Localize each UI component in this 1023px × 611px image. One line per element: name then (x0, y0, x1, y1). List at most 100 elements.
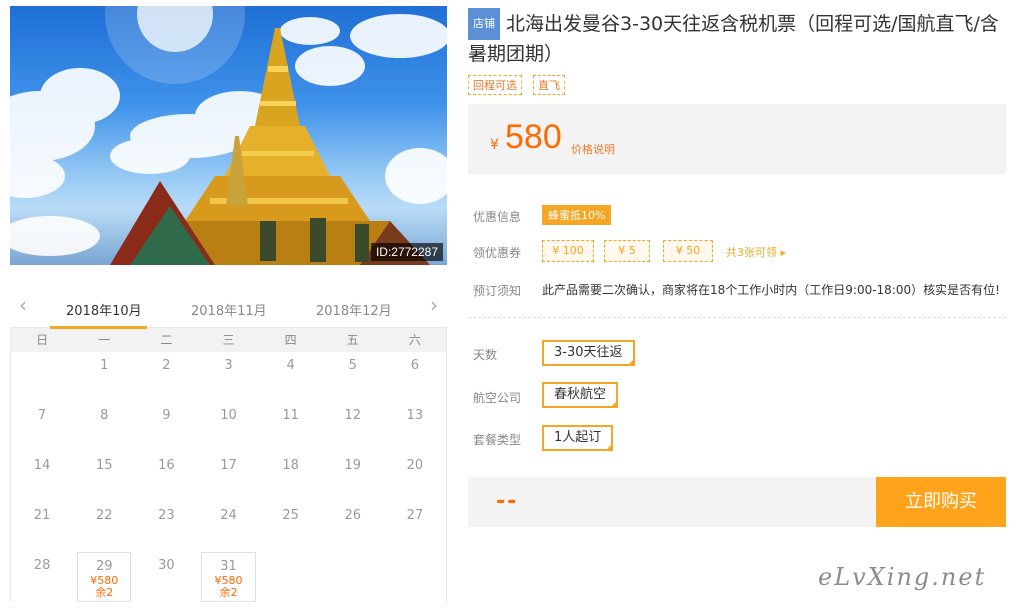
product-title-text: 北海出发曼谷3-30天往返含税机票（回程可选/国航直飞/含暑期团期） (468, 13, 999, 65)
calendar-day (384, 552, 446, 602)
buy-now-button[interactable]: 立即购买 (876, 477, 1006, 527)
calendar-day: 21 (11, 502, 73, 552)
calendar-day: 5 (322, 352, 384, 402)
package-label: 套餐类型 (473, 433, 522, 447)
section-divider (468, 317, 1006, 318)
calendar-day: 19 (322, 452, 384, 502)
chevron-right-icon[interactable]: › (425, 295, 443, 317)
price-explanation-link[interactable]: 价格说明 (571, 141, 615, 157)
calendar-day: 6 (384, 352, 446, 402)
day-number: 7 (37, 408, 47, 423)
calendar-day: 12 (322, 402, 384, 452)
currency-symbol: ¥ (490, 137, 499, 153)
days-label: 天数 (473, 348, 498, 362)
calendar-day: 4 (260, 352, 322, 402)
calendar-day: 23 (135, 502, 197, 552)
day-number: 4 (286, 358, 295, 373)
day-number: 19 (344, 458, 362, 473)
buy-bar: -- 立即购买 (468, 477, 1006, 527)
day-number: 15 (95, 458, 113, 473)
calendar-day: 10 (197, 402, 259, 452)
calendar-day-available[interactable]: 29 ¥580 余2 (77, 552, 132, 602)
day-number: 9 (162, 408, 171, 423)
active-month-underline (50, 326, 147, 329)
day-number: 14 (33, 458, 51, 473)
calendar-day: 7 (11, 402, 73, 452)
calendar-day: 2 (135, 352, 197, 402)
day-number: 29 (95, 559, 113, 574)
day-number: 18 (282, 458, 299, 473)
day-number: 13 (406, 408, 424, 423)
chevron-left-icon[interactable]: ‹ (14, 295, 32, 317)
booking-notice-text: 此产品需要二次确认，商家将在18个工作小时内（工作日9:00-18:00）核实是… (542, 283, 1000, 297)
coupon-100[interactable]: ¥ 100 (542, 240, 594, 262)
calendar-day (322, 552, 384, 602)
coupon-50[interactable]: ¥ 50 (663, 240, 713, 262)
day-number: 24 (220, 508, 237, 523)
calendar-day: 22 (73, 502, 135, 552)
coupon-5[interactable]: ¥ 5 (604, 240, 650, 262)
date-calendar: ‹ 2018年10月 2018年11月 2018年12月 › 日 一 二 三 四… (10, 288, 447, 608)
weekday-label: 三 (222, 333, 235, 347)
weekday-label: 五 (346, 333, 359, 347)
day-number: 23 (158, 508, 175, 523)
day-number: 3 (224, 358, 233, 373)
calendar-days: 1 2 3 4 5 6 7 8 9 10 11 12 13 14 15 16 17 18 19 20 21 22 23 24 2… (11, 352, 446, 602)
calendar-day (260, 552, 322, 602)
day-number: 21 (33, 508, 51, 523)
calendar-day: 27 (384, 502, 446, 552)
day-number: 10 (220, 408, 237, 423)
month-tab-after[interactable]: 2018年12月 (316, 300, 392, 319)
package-option[interactable]: 1人起订 (542, 425, 614, 451)
calendar-day: 3 (197, 352, 259, 402)
coupon-more-link[interactable]: 共3张可领 ▸ (726, 244, 786, 260)
weekday-label: 一 (98, 333, 111, 347)
calendar-day: 16 (135, 452, 197, 502)
weekday-label: 六 (408, 333, 421, 347)
month-tab-next[interactable]: 2018年11月 (191, 300, 267, 319)
calendar-day: 25 (260, 502, 322, 552)
total-price-placeholder: -- (496, 489, 519, 514)
weekday-label: 日 (36, 333, 49, 347)
month-tab-current[interactable]: 2018年10月 (66, 300, 142, 319)
calendar-month-nav: ‹ 2018年10月 2018年11月 2018年12月 › (10, 288, 447, 329)
calendar-day-available[interactable]: 31 ¥580 余2 (201, 552, 256, 602)
calendar-day: 9 (135, 402, 197, 452)
airline-label: 航空公司 (473, 391, 522, 405)
product-header: 店铺 北海出发曼谷3-30天往返含税机票（回程可选/国航直飞/含暑期团期） (468, 8, 1013, 68)
site-watermark: eLvXing.net (818, 563, 987, 591)
day-number: 30 (158, 558, 175, 573)
shop-tag[interactable]: 店铺 (468, 8, 500, 40)
tag-return-optional: 回程可选 (468, 75, 522, 95)
airline-option[interactable]: 春秋航空 (542, 382, 619, 408)
day-number: 11 (282, 408, 299, 423)
weekday-label: 四 (284, 333, 297, 347)
calendar-day (11, 352, 73, 402)
calendar-day: 28 (11, 552, 73, 602)
day-number: 31 (220, 559, 237, 574)
day-remaining: 余2 (95, 586, 114, 599)
calendar-day: 24 (197, 502, 259, 552)
discount-label: 优惠信息 (473, 210, 522, 224)
calendar-day: 17 (197, 452, 259, 502)
coupon-label: 领优惠券 (473, 246, 522, 260)
day-number: 6 (410, 358, 420, 373)
product-tags: 回程可选 直飞 (468, 74, 571, 95)
temple-illustration (10, 6, 447, 265)
calendar-day: 26 (322, 502, 384, 552)
days-option[interactable]: 3-30天往返 (542, 340, 635, 366)
day-number: 2 (162, 358, 171, 373)
calendar-day: 1 (73, 352, 135, 402)
product-photo: ID:2772287 (10, 6, 447, 265)
day-number: 1 (100, 358, 109, 373)
calendar-day: 18 (260, 452, 322, 502)
day-number: 8 (100, 408, 109, 423)
notice-label: 预订须知 (473, 284, 522, 298)
day-number: 25 (282, 508, 299, 523)
calendar-day: 30 (135, 552, 197, 602)
calendar-day: 8 (73, 402, 135, 452)
calendar-day: 14 (11, 452, 73, 502)
day-number: 5 (348, 358, 357, 373)
product-title: 店铺 北海出发曼谷3-30天往返含税机票（回程可选/国航直飞/含暑期团期） (468, 8, 1013, 68)
price-value: 580 (505, 118, 562, 156)
